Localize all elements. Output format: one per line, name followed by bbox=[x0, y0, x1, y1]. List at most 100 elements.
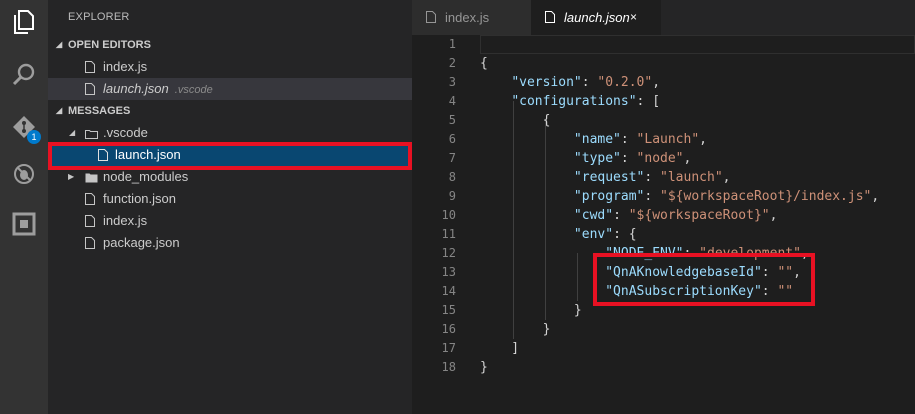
json-punctuation: } bbox=[480, 360, 488, 375]
file-icon bbox=[426, 11, 436, 23]
close-icon[interactable]: × bbox=[630, 0, 637, 35]
code-line: "request": "launch", bbox=[480, 168, 731, 187]
line-number: 5 bbox=[448, 113, 456, 127]
json-key: "env" bbox=[573, 227, 614, 242]
json-punctuation: : bbox=[581, 75, 598, 90]
line-number: 2 bbox=[448, 56, 456, 70]
code-line: { bbox=[480, 111, 551, 130]
folder-vscode[interactable]: ◢ .vscode bbox=[48, 122, 412, 144]
current-line-highlight bbox=[480, 35, 915, 54]
json-punctuation bbox=[480, 246, 605, 261]
code-line: "version": "0.2.0", bbox=[480, 73, 660, 92]
json-string: "0.2.0" bbox=[597, 75, 653, 90]
json-punctuation: , bbox=[683, 151, 692, 166]
code-line: { bbox=[480, 54, 488, 73]
code-line: "name": "Launch", bbox=[480, 130, 707, 149]
file-icon bbox=[85, 237, 95, 249]
file-function-json[interactable]: function.json bbox=[48, 188, 412, 210]
json-key: "cwd" bbox=[573, 208, 614, 223]
line-number: 11 bbox=[441, 227, 456, 241]
json-string: "${workspaceRoot}" bbox=[628, 208, 770, 223]
line-number: 8 bbox=[448, 170, 456, 184]
json-punctuation: ] bbox=[480, 341, 520, 356]
code-line: } bbox=[480, 358, 488, 377]
json-punctuation bbox=[480, 151, 574, 166]
search-icon[interactable] bbox=[10, 60, 38, 88]
json-string: "node" bbox=[636, 151, 684, 166]
json-string: "${workspaceRoot}/index.js" bbox=[660, 189, 872, 204]
json-punctuation: , bbox=[699, 132, 707, 147]
line-number: 13 bbox=[441, 265, 456, 279]
open-editor-index-js[interactable]: index.js bbox=[48, 56, 412, 78]
json-punctuation: : bbox=[613, 208, 629, 223]
json-punctuation bbox=[480, 170, 574, 185]
folder-open-icon bbox=[85, 130, 98, 139]
json-key: "name" bbox=[573, 132, 621, 147]
code-line: ] bbox=[480, 339, 519, 358]
code-line: } bbox=[480, 301, 582, 320]
code-line: "program": "${workspaceRoot}/index.js", bbox=[480, 187, 879, 206]
file-icon bbox=[85, 193, 95, 205]
json-punctuation bbox=[480, 227, 574, 242]
json-punctuation: : [ bbox=[636, 94, 661, 109]
json-punctuation bbox=[480, 75, 511, 90]
line-number: 16 bbox=[441, 322, 456, 336]
file-icon bbox=[85, 83, 95, 95]
json-punctuation: } bbox=[480, 322, 551, 337]
json-punctuation: : bbox=[644, 189, 661, 204]
json-punctuation: , bbox=[871, 189, 880, 204]
json-string: "Launch" bbox=[636, 132, 700, 147]
git-badge: 1 bbox=[27, 130, 41, 144]
code-editor[interactable]: 1 2 3 4 5 6 7 8 9 10 11 12 13 14 15 16 17 18 { "version":… bbox=[412, 35, 915, 414]
file-package-json[interactable]: package.json bbox=[48, 232, 412, 254]
extensions-icon[interactable] bbox=[10, 210, 38, 238]
open-editor-desc: .vscode bbox=[174, 84, 213, 96]
line-number: 14 bbox=[441, 284, 456, 298]
json-key: "request" bbox=[573, 170, 645, 185]
json-punctuation: { bbox=[480, 56, 488, 71]
line-number: 7 bbox=[448, 151, 456, 165]
file-icon bbox=[85, 61, 95, 73]
line-number: 6 bbox=[448, 132, 456, 146]
line-number: 12 bbox=[441, 246, 456, 260]
json-punctuation bbox=[480, 208, 574, 223]
json-punctuation: } bbox=[480, 303, 582, 318]
line-number: 17 bbox=[441, 341, 456, 355]
messages-header[interactable]: ◢ MESSAGES bbox=[48, 100, 412, 122]
highlight-box-sidebar bbox=[48, 142, 412, 170]
code-line: "env": { bbox=[480, 225, 637, 244]
file-icon bbox=[545, 11, 555, 23]
debug-icon[interactable] bbox=[10, 160, 38, 188]
code-line: "cwd": "${workspaceRoot}", bbox=[480, 206, 778, 225]
file-index-js[interactable]: index.js bbox=[48, 210, 412, 232]
line-number: 15 bbox=[441, 303, 456, 317]
explorer-sidebar: EXPLORER ◢ OPEN EDITORS index.js launch.… bbox=[48, 0, 412, 414]
json-punctuation: : bbox=[620, 151, 637, 166]
json-punctuation: , bbox=[769, 208, 778, 223]
tab-launch-json[interactable]: launch.json × bbox=[531, 0, 661, 35]
json-punctuation: , bbox=[722, 170, 731, 185]
open-editor-launch-json[interactable]: launch.json .vscode bbox=[48, 78, 412, 100]
json-key: "version" bbox=[511, 75, 582, 90]
tab-index-js[interactable]: index.js bbox=[412, 0, 531, 35]
json-string: "launch" bbox=[660, 170, 723, 185]
files-icon[interactable] bbox=[10, 8, 38, 36]
line-number: 18 bbox=[441, 360, 456, 374]
chevron-down-icon: ◢ bbox=[56, 40, 63, 49]
line-number: 3 bbox=[448, 75, 456, 89]
line-number: 10 bbox=[441, 208, 456, 222]
json-key: "configurations" bbox=[511, 94, 637, 109]
line-number: 1 bbox=[448, 37, 456, 51]
git-icon[interactable]: 1 bbox=[10, 113, 41, 144]
json-key: "type" bbox=[573, 151, 621, 166]
json-punctuation: : bbox=[644, 170, 661, 185]
file-icon bbox=[85, 215, 95, 227]
json-punctuation bbox=[480, 132, 574, 147]
open-editors-header[interactable]: ◢ OPEN EDITORS bbox=[48, 34, 412, 56]
json-punctuation: : { bbox=[613, 227, 637, 242]
chevron-down-icon: ◢ bbox=[56, 106, 63, 115]
chevron-down-icon: ◢ bbox=[69, 128, 76, 137]
json-punctuation: { bbox=[480, 113, 551, 128]
json-key: "program" bbox=[573, 189, 645, 204]
json-punctuation: : bbox=[620, 132, 637, 147]
